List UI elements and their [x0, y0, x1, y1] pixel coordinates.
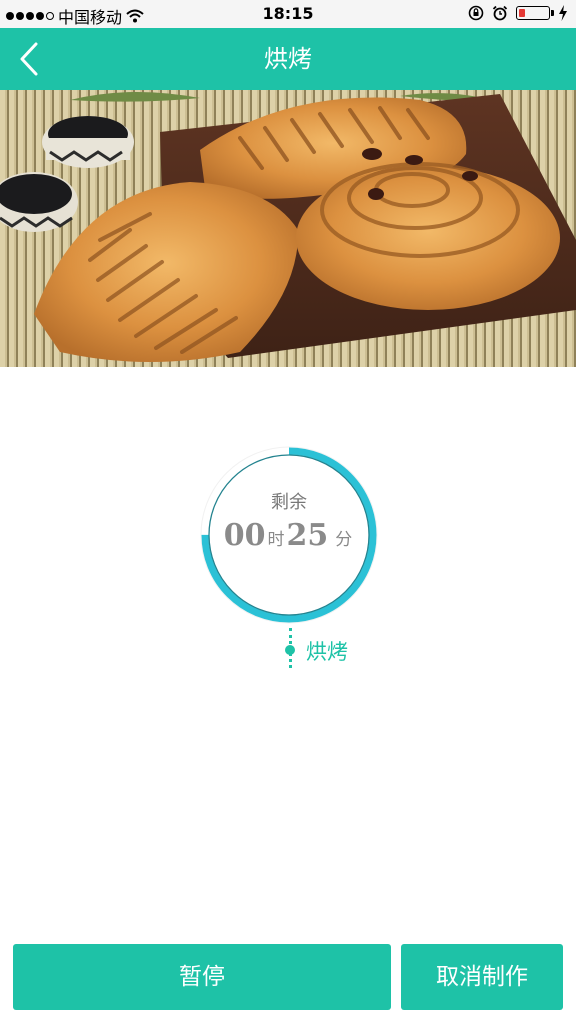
- pause-button[interactable]: 暂停: [13, 944, 391, 1010]
- remaining-time: 00 时25 分: [194, 518, 384, 553]
- status-right: [468, 5, 568, 21]
- alarm-icon: [492, 5, 508, 21]
- charging-icon: [559, 5, 567, 21]
- hours-unit: 时: [267, 530, 285, 550]
- battery-icon: [516, 6, 554, 20]
- recipe-hero-image: [0, 90, 576, 367]
- stage-dot: [285, 645, 295, 655]
- page-title: 烘烤: [264, 45, 312, 73]
- pastries-photo: [0, 90, 576, 367]
- status-bar: 中国移动 18:15: [0, 0, 576, 28]
- remaining-label: 剩余: [271, 492, 307, 513]
- countdown-timer: 剩余 00 时25 分: [194, 440, 384, 630]
- minutes-unit: 分: [335, 530, 353, 550]
- rotation-lock-icon: [468, 5, 484, 21]
- navigation-bar: 烘烤: [0, 28, 576, 90]
- hours-value: 00: [223, 518, 266, 553]
- minutes-value: 25: [286, 518, 329, 553]
- cancel-cooking-button[interactable]: 取消制作: [401, 944, 563, 1010]
- current-stage-label: 烘烤: [306, 640, 348, 664]
- battery-level: [519, 9, 525, 17]
